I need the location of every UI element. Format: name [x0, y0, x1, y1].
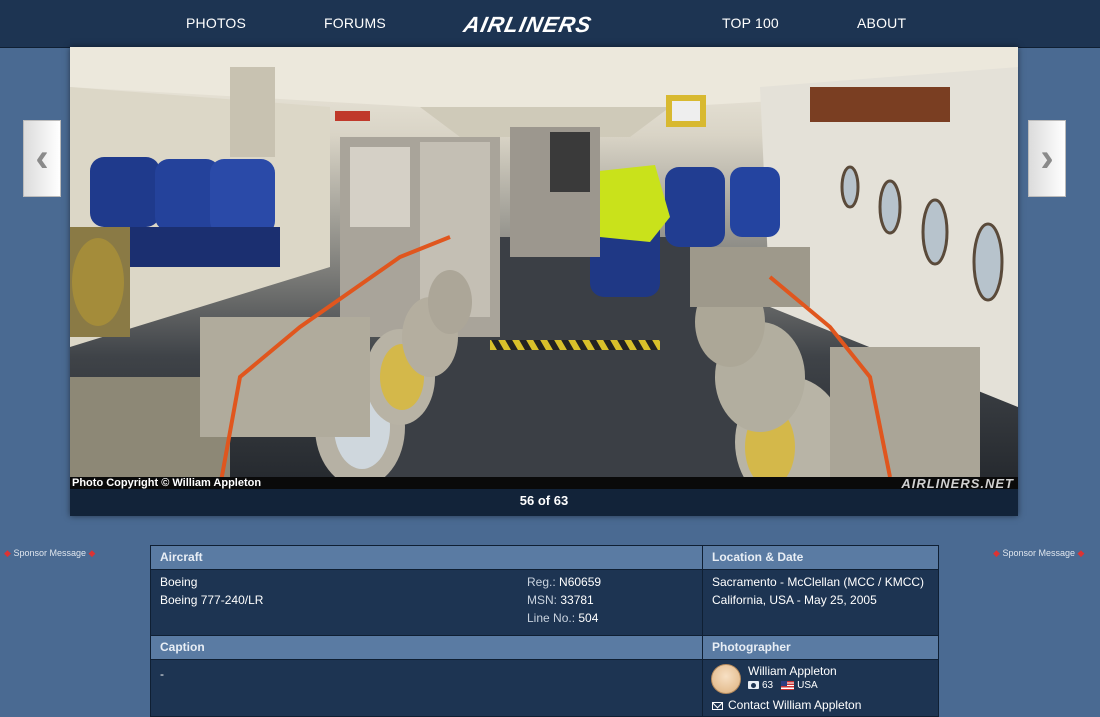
contact-photographer-link[interactable]: Contact William Appleton [712, 698, 861, 712]
dot-icon: ◆ [993, 548, 1000, 558]
photographer-header: Photographer [703, 636, 938, 659]
aircraft-photo[interactable]: Photo Copyright © William Appleton AIRLI… [70, 47, 1018, 489]
envelope-icon [712, 701, 723, 710]
aircraft-header: Aircraft [151, 546, 702, 569]
caption-header: Caption [151, 636, 702, 659]
cabin-interior-illustration [70, 47, 1018, 489]
msn-label: MSN: [527, 593, 557, 607]
aircraft-model[interactable]: Boeing 777-240/LR [160, 593, 263, 607]
photographer-avatar[interactable] [711, 664, 741, 694]
site-logo[interactable]: AIRLINERS [461, 12, 594, 38]
line-number-label: Line No.: [527, 611, 576, 625]
next-photo-button[interactable]: › [1028, 120, 1066, 197]
photo-watermark: AIRLINERS.NET [901, 476, 1014, 489]
dot-icon: ◆ [4, 548, 11, 558]
location-date-header: Location & Date [703, 546, 938, 569]
photographer-country: USA [797, 680, 818, 691]
location-place[interactable]: Sacramento - McClellan (MCC / KMCC) [712, 575, 924, 589]
registration-value[interactable]: N60659 [559, 575, 601, 589]
photo-counter: 56 of 63 [519, 493, 569, 508]
camera-icon [748, 681, 759, 690]
location-region-date[interactable]: California, USA - May 25, 2005 [712, 593, 877, 607]
sponsor-label: Sponsor Message [13, 548, 86, 558]
photo-details-table: Aircraft Location & Date Boeing Boeing 7… [150, 545, 939, 717]
chevron-left-icon: ‹ [35, 136, 49, 180]
chevron-right-icon: › [1040, 136, 1054, 180]
photo-copyright: Photo Copyright © William Appleton [72, 477, 262, 489]
nav-about-link[interactable]: ABOUT [857, 15, 906, 31]
aircraft-manufacturer[interactable]: Boeing [160, 575, 197, 589]
msn-value[interactable]: 33781 [560, 593, 593, 607]
line-number-value: 504 [578, 611, 599, 625]
nav-forums-link[interactable]: FORUMS [324, 15, 386, 31]
dot-icon: ◆ [1077, 548, 1085, 558]
dot-icon: ◆ [88, 548, 96, 558]
line-number-row: Line No.: 504 [527, 611, 598, 625]
msn-row: MSN: 33781 [527, 593, 594, 607]
top-nav: PHOTOS FORUMS AIRLINERS TOP 100 ABOUT [0, 0, 1100, 48]
registration-label: Reg.: [527, 575, 556, 589]
sponsor-label: Sponsor Message [1002, 548, 1075, 558]
nav-top100-link[interactable]: TOP 100 [722, 15, 779, 31]
previous-photo-button[interactable]: ‹ [23, 120, 61, 197]
photographer-stats: 63 USA [748, 680, 818, 691]
contact-label: Contact William Appleton [728, 698, 862, 712]
photographer-name[interactable]: William Appleton [748, 664, 837, 678]
usa-flag-icon [781, 680, 795, 690]
nav-photos-link[interactable]: PHOTOS [186, 15, 246, 31]
caption-text: - [160, 667, 164, 681]
sponsor-message-left[interactable]: ◆ Sponsor Message ◆ [4, 548, 95, 559]
registration-row: Reg.: N60659 [527, 575, 601, 589]
photo-credit-bar: Photo Copyright © William Appleton AIRLI… [70, 476, 1018, 489]
photographer-photo-count: 63 [762, 680, 774, 691]
sponsor-message-right[interactable]: ◆ Sponsor Message ◆ [993, 548, 1084, 559]
photo-panel: Photo Copyright © William Appleton AIRLI… [70, 47, 1018, 516]
